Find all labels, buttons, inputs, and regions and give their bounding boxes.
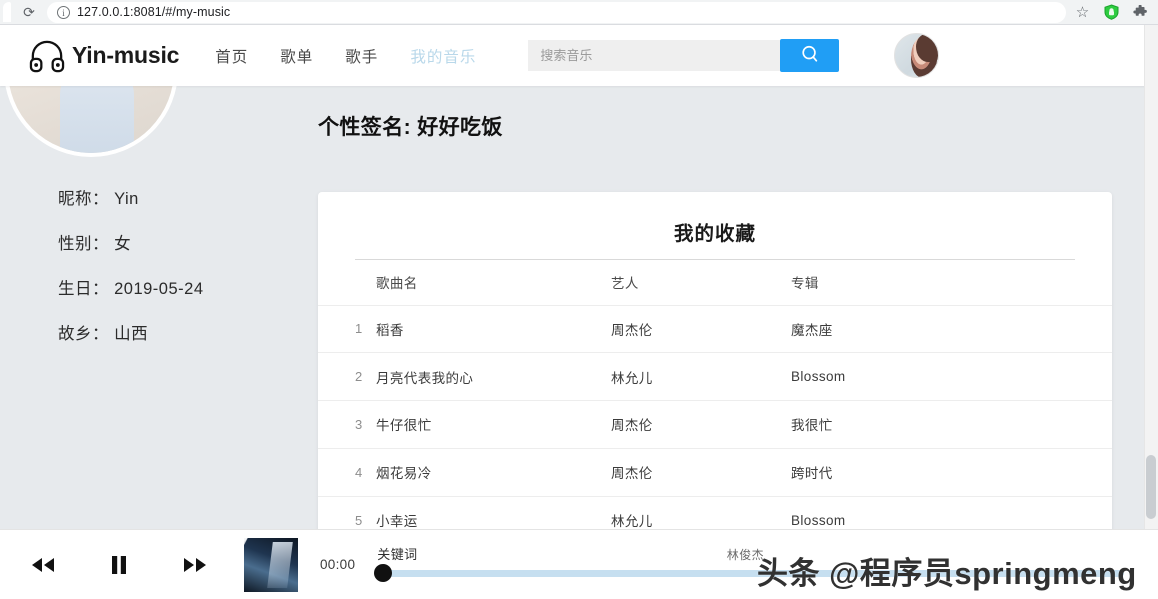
- row-artist: 周杰伦: [611, 304, 791, 353]
- row-song[interactable]: 稻香: [376, 304, 611, 353]
- music-player-bar: 00:00 关键词 林俊杰: [0, 529, 1158, 599]
- album-cover[interactable]: [244, 537, 298, 592]
- track-title: 关键词: [377, 546, 418, 562]
- profile-field-nickname-value: Yin: [114, 190, 139, 208]
- track-artist: 林俊杰: [726, 547, 764, 562]
- row-index: 2: [318, 352, 376, 401]
- search-button[interactable]: [780, 39, 840, 72]
- browser-toolbar: ⟳ i 127.0.0.1:8081/#/my-music ☆: [0, 0, 1158, 25]
- nav-item-playlist[interactable]: 歌单: [280, 45, 313, 67]
- profile-field-gender: 性别： 女: [58, 230, 204, 254]
- headphones-icon: [28, 39, 66, 73]
- my-collection-card: 我的收藏 歌曲名 艺人 专辑 1 稻香 周杰伦 魔杰座 2 月亮代表我的心 林允…: [318, 192, 1112, 554]
- info-circle-icon[interactable]: i: [57, 5, 70, 19]
- row-artist: 林允儿: [611, 352, 791, 401]
- nav-item-home[interactable]: 首页: [215, 45, 248, 67]
- profile-field-hometown: 故乡： 山西: [58, 320, 204, 344]
- shield-icon[interactable]: [1103, 4, 1120, 21]
- table-header-row: 歌曲名 艺人 专辑: [318, 260, 1112, 305]
- track-progress-area: 关键词 林俊杰: [374, 542, 1124, 588]
- page-scrollbar[interactable]: [1144, 25, 1158, 529]
- profile-field-gender-label: 性别：: [58, 235, 109, 253]
- profile-field-birthday: 生日： 2019-05-24: [58, 275, 204, 299]
- row-album: 魔杰座: [791, 304, 1112, 353]
- table-row[interactable]: 1 稻香 周杰伦 魔杰座: [318, 304, 1112, 353]
- profile-field-nickname: 昵称： Yin: [58, 185, 204, 209]
- collection-table-body: 1 稻香 周杰伦 魔杰座 2 月亮代表我的心 林允儿 Blossom 3 牛仔很…: [318, 304, 1112, 544]
- browser-right-controls: ☆: [1074, 4, 1158, 21]
- row-artist: 周杰伦: [611, 447, 791, 497]
- profile-signature: 个性签名: 好好吃饭: [318, 116, 503, 139]
- current-time: 00:00: [320, 557, 356, 572]
- logo-text: Yin-music: [72, 42, 180, 68]
- pause-icon[interactable]: [96, 542, 142, 588]
- column-album: 专辑: [791, 276, 819, 292]
- nav-item-my-music[interactable]: 我的音乐: [410, 45, 476, 67]
- browser-left-controls: ⟳: [0, 2, 37, 22]
- table-row[interactable]: 4 烟花易冷 周杰伦 跨时代: [318, 447, 1112, 497]
- puzzle-piece-icon[interactable]: [1132, 4, 1149, 21]
- row-album: 我很忙: [791, 400, 1112, 449]
- fast-forward-icon[interactable]: [172, 542, 218, 588]
- profile-info: 昵称： Yin 性别： 女 生日： 2019-05-24 故乡： 山西: [58, 185, 204, 365]
- collection-title: 我的收藏: [673, 223, 756, 245]
- profile-field-birthday-value: 2019-05-24: [114, 280, 204, 298]
- browser-tab[interactable]: [3, 2, 11, 22]
- url-text: 127.0.0.1:8081/#/my-music: [77, 5, 231, 19]
- table-row[interactable]: 3 牛仔很忙 周杰伦 我很忙: [318, 400, 1112, 449]
- row-song[interactable]: 月亮代表我的心: [376, 352, 611, 401]
- search-icon: [799, 43, 821, 68]
- row-artist: 周杰伦: [611, 400, 791, 449]
- row-album: Blossom: [791, 352, 1112, 401]
- row-album: 跨时代: [791, 447, 1112, 497]
- row-song[interactable]: 烟花易冷: [376, 447, 611, 497]
- profile-field-hometown-label: 故乡：: [58, 325, 109, 343]
- avatar-hair: [916, 34, 939, 62]
- column-index: [318, 260, 376, 305]
- search-input[interactable]: [528, 40, 781, 71]
- collection-table-head: 歌曲名 艺人 专辑: [318, 260, 1112, 305]
- logo[interactable]: Yin-music: [28, 39, 179, 73]
- user-avatar[interactable]: [894, 33, 940, 78]
- row-index: 4: [318, 447, 376, 497]
- scrollbar-thumb[interactable]: [1146, 455, 1156, 519]
- track-meta: 关键词 林俊杰: [377, 544, 1124, 563]
- row-index: 1: [318, 304, 376, 353]
- reload-icon[interactable]: ⟳: [21, 4, 37, 20]
- column-artist: 艺人: [611, 276, 639, 292]
- progress-slider[interactable]: [374, 564, 1124, 582]
- bookmark-star-icon[interactable]: ☆: [1074, 4, 1091, 21]
- collection-table: 歌曲名 艺人 专辑 1 稻香 周杰伦 魔杰座 2 月亮代表我的心 林允儿 Blo…: [318, 260, 1112, 544]
- page-body: 个性签名: 好好吃饭 昵称： Yin 性别： 女 生日： 2019-05-24 …: [0, 25, 1158, 599]
- row-index: 3: [318, 400, 376, 449]
- progress-slider-handle[interactable]: [374, 564, 393, 582]
- rewind-icon[interactable]: [20, 542, 66, 588]
- profile-field-gender-value: 女: [114, 235, 132, 253]
- column-song: 歌曲名: [376, 276, 418, 292]
- site-header: Yin-music 首页 歌单 歌手 我的音乐: [0, 25, 1158, 86]
- search-bar: [528, 39, 840, 72]
- main-nav: 首页 歌单 歌手 我的音乐: [215, 45, 476, 67]
- profile-field-nickname-label: 昵称：: [58, 190, 109, 208]
- table-row[interactable]: 2 月亮代表我的心 林允儿 Blossom: [318, 352, 1112, 401]
- profile-field-hometown-value: 山西: [114, 325, 149, 343]
- profile-field-birthday-label: 生日：: [58, 280, 109, 298]
- address-bar[interactable]: i 127.0.0.1:8081/#/my-music: [47, 1, 1066, 23]
- nav-item-artist[interactable]: 歌手: [345, 45, 378, 67]
- row-song[interactable]: 牛仔很忙: [376, 400, 611, 449]
